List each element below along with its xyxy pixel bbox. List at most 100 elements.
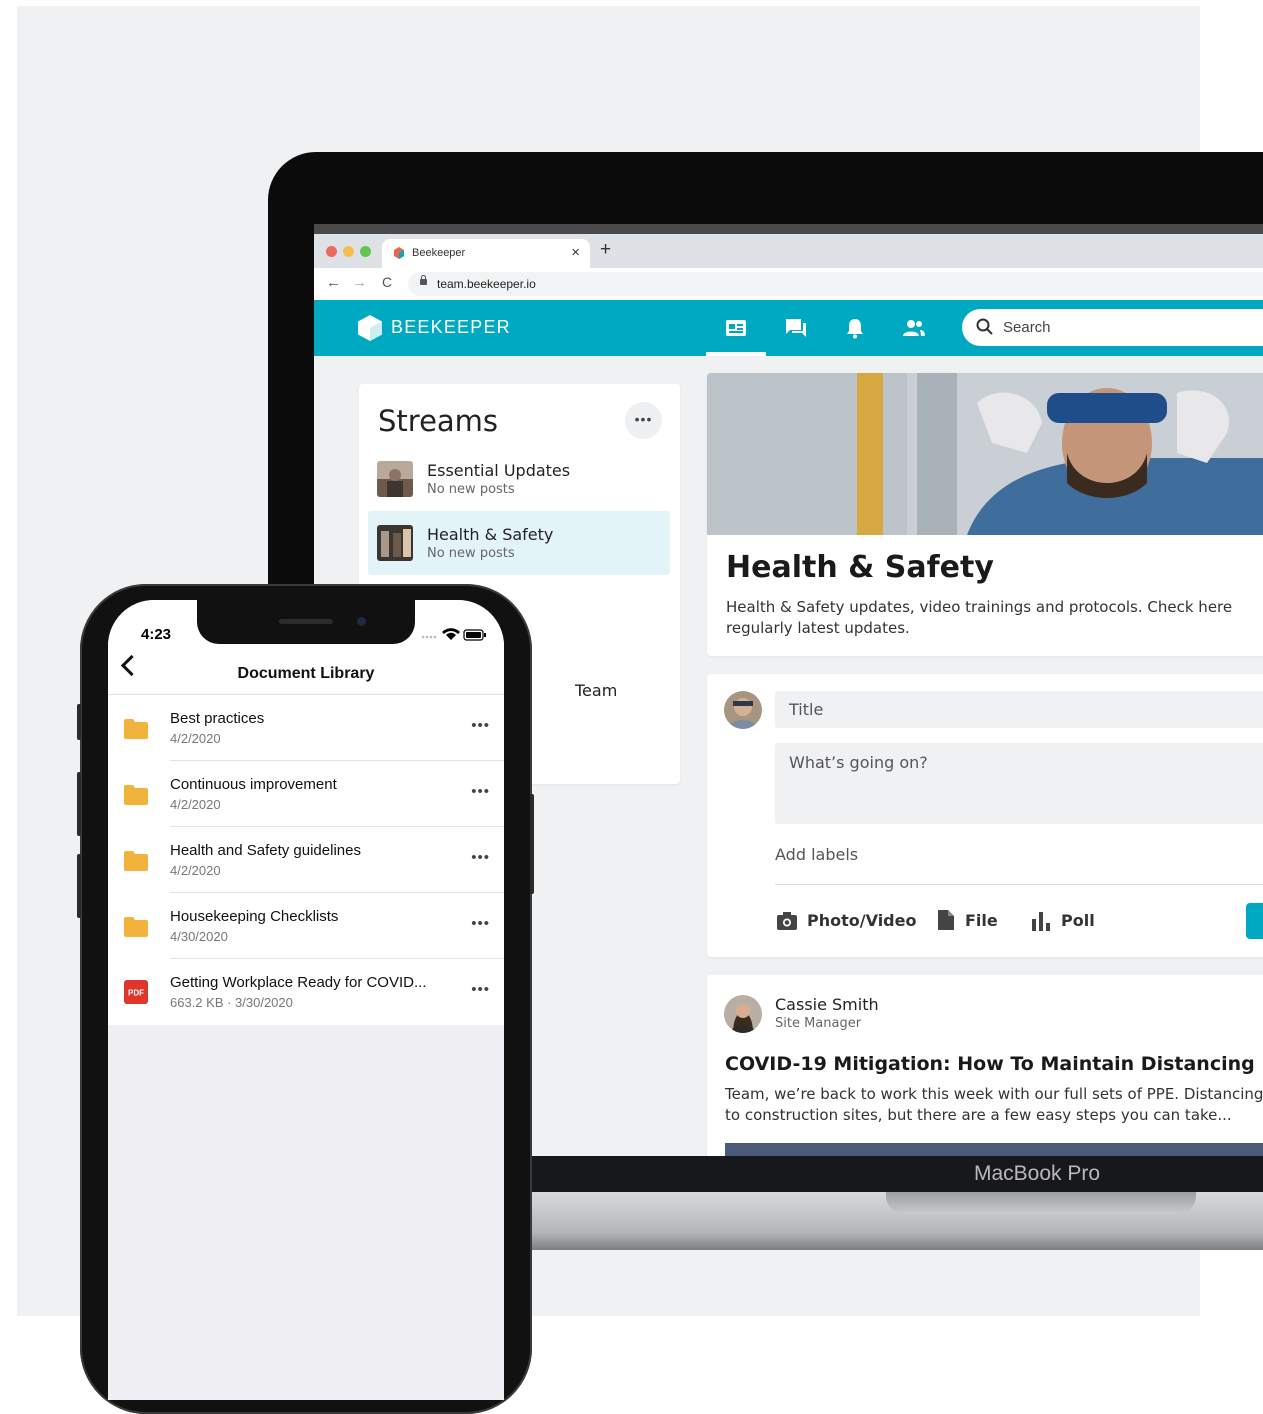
document-meta: 4/30/2020 bbox=[170, 929, 228, 944]
reload-icon[interactable]: C bbox=[382, 274, 392, 290]
document-name: Getting Workplace Ready for COVID... bbox=[170, 974, 427, 991]
speaker-grille bbox=[279, 619, 333, 624]
document-name: Best practices bbox=[170, 710, 265, 727]
list-item[interactable]: Continuous improvement 4/2/2020 ••• bbox=[108, 761, 504, 827]
streams-more-button[interactable]: ••• bbox=[625, 402, 662, 439]
stream-status: No new posts bbox=[427, 546, 515, 561]
stream-status: No new posts bbox=[427, 482, 515, 497]
more-options-icon[interactable]: ••• bbox=[471, 981, 490, 998]
streams-title: Streams bbox=[378, 404, 499, 438]
post-image[interactable] bbox=[725, 1143, 1263, 1156]
document-meta: 4/2/2020 bbox=[170, 797, 221, 812]
composer-divider bbox=[775, 884, 1263, 885]
folder-icon bbox=[124, 917, 148, 937]
post-card: Cassie Smith Site Manager COVID-19 Mitig… bbox=[707, 975, 1263, 1156]
chats-icon[interactable] bbox=[784, 316, 808, 340]
camera-icon bbox=[777, 912, 797, 930]
stream-thumbnail bbox=[377, 525, 413, 561]
back-arrow-icon[interactable]: ← bbox=[326, 274, 341, 291]
search-icon bbox=[976, 318, 993, 335]
pdf-icon-label: PDF bbox=[128, 989, 144, 998]
author-avatar[interactable] bbox=[724, 995, 762, 1033]
post-title[interactable]: COVID-19 Mitigation: How To Maintain Dis… bbox=[725, 1053, 1255, 1075]
post-author-role: Site Manager bbox=[775, 1016, 862, 1031]
hero-image bbox=[707, 373, 1263, 535]
list-item[interactable]: Health and Safety guidelines 4/2/2020 ••… bbox=[108, 827, 504, 893]
folder-icon bbox=[124, 851, 148, 871]
phone-side-button bbox=[530, 794, 534, 894]
phone-nav-header: Document Library bbox=[108, 644, 504, 695]
document-list: Best practices 4/2/2020 ••• Continuous i… bbox=[108, 695, 504, 1025]
tab-title: Beekeeper bbox=[412, 247, 466, 259]
laptop-opening-notch bbox=[886, 1192, 1196, 1214]
url-field[interactable]: team.beekeeper.io bbox=[408, 272, 1263, 296]
phone-mute-switch bbox=[77, 704, 81, 740]
folder-icon bbox=[124, 785, 148, 805]
people-icon[interactable] bbox=[902, 316, 926, 340]
post-title-placeholder: Title bbox=[789, 700, 824, 719]
status-icons bbox=[421, 628, 486, 641]
beekeeper-favicon-icon bbox=[394, 247, 404, 259]
avatar bbox=[724, 691, 762, 729]
phone-screen: 4:23 Document Library Best practices 4/2… bbox=[108, 600, 504, 1400]
stream-description: Health & Safety updates, video trainings… bbox=[726, 598, 1233, 637]
status-time: 4:23 bbox=[141, 626, 172, 643]
notifications-icon[interactable] bbox=[843, 316, 867, 340]
pdf-icon: PDF bbox=[124, 980, 148, 1004]
stream-thumbnail bbox=[377, 461, 413, 497]
more-options-icon[interactable]: ••• bbox=[471, 915, 490, 932]
document-name: Health and Safety guidelines bbox=[170, 842, 361, 859]
front-camera bbox=[357, 617, 366, 626]
page-title: Document Library bbox=[237, 665, 375, 682]
document-meta: 4/2/2020 bbox=[170, 731, 221, 746]
post-body: Team, we’re back to work this week with … bbox=[725, 1085, 1263, 1124]
stream-item-team-label[interactable]: Team bbox=[575, 681, 617, 700]
phone-volume-up bbox=[77, 772, 81, 836]
post-body-input[interactable]: What’s going on? bbox=[775, 743, 1263, 824]
stream-name: Essential Updates bbox=[427, 461, 571, 480]
list-item[interactable]: Housekeeping Checklists 4/30/2020 ••• bbox=[108, 893, 504, 959]
browser-tab[interactable]: Beekeeper × bbox=[382, 239, 590, 268]
search-placeholder: Search bbox=[1003, 319, 1051, 336]
minimize-window-dot[interactable] bbox=[343, 246, 354, 257]
streams-icon[interactable] bbox=[724, 316, 748, 340]
file-label: File bbox=[965, 911, 998, 930]
more-options-icon[interactable]: ••• bbox=[471, 849, 490, 866]
lock-icon bbox=[420, 275, 427, 285]
poll-icon bbox=[1032, 912, 1050, 931]
file-icon bbox=[938, 910, 954, 930]
forward-arrow-icon[interactable]: → bbox=[352, 274, 367, 291]
browser-tab-bar: Beekeeper × + bbox=[314, 234, 1263, 268]
document-name: Housekeeping Checklists bbox=[170, 908, 339, 925]
stream-item-essential-updates[interactable]: Essential Updates No new posts bbox=[368, 447, 670, 511]
search-input[interactable]: Search bbox=[962, 309, 1263, 346]
url-text: team.beekeeper.io bbox=[437, 277, 536, 291]
screen-top-strip bbox=[314, 224, 1263, 234]
document-name: Continuous improvement bbox=[170, 776, 337, 793]
list-item[interactable]: PDF Getting Workplace Ready for COVID...… bbox=[108, 959, 504, 1025]
add-labels-field[interactable]: Add labels bbox=[775, 845, 858, 864]
laptop-model-label: MacBook Pro bbox=[974, 1162, 1101, 1185]
tab-close-icon[interactable]: × bbox=[571, 244, 580, 261]
poll-label: Poll bbox=[1061, 911, 1095, 930]
post-body-placeholder: What’s going on? bbox=[789, 753, 928, 772]
folder-icon bbox=[124, 719, 148, 739]
zoom-window-dot[interactable] bbox=[360, 246, 371, 257]
post-title-input[interactable]: Title bbox=[775, 691, 1263, 728]
list-item[interactable]: Best practices 4/2/2020 ••• bbox=[108, 695, 504, 761]
post-composer: Title What’s going on? Add labels Photo/… bbox=[707, 674, 1263, 957]
stream-title: Health & Safety bbox=[726, 550, 994, 585]
close-window-dot[interactable] bbox=[326, 246, 337, 257]
address-bar: ← → C team.beekeeper.io bbox=[314, 268, 1263, 301]
photo-video-label: Photo/Video bbox=[807, 911, 917, 930]
post-author-name[interactable]: Cassie Smith bbox=[775, 995, 879, 1014]
post-button[interactable] bbox=[1246, 903, 1263, 939]
document-meta: 4/2/2020 bbox=[170, 863, 221, 878]
new-tab-icon[interactable]: + bbox=[600, 239, 611, 261]
more-options-icon[interactable]: ••• bbox=[471, 717, 490, 734]
app-header: BEEKEEPER Search bbox=[314, 300, 1263, 356]
more-options-icon[interactable]: ••• bbox=[471, 783, 490, 800]
stream-item-health-safety[interactable]: Health & Safety No new posts bbox=[368, 511, 670, 575]
document-meta: 663.2 KB · 3/30/2020 bbox=[170, 995, 293, 1010]
brand-name: BEEKEEPER bbox=[391, 317, 511, 337]
